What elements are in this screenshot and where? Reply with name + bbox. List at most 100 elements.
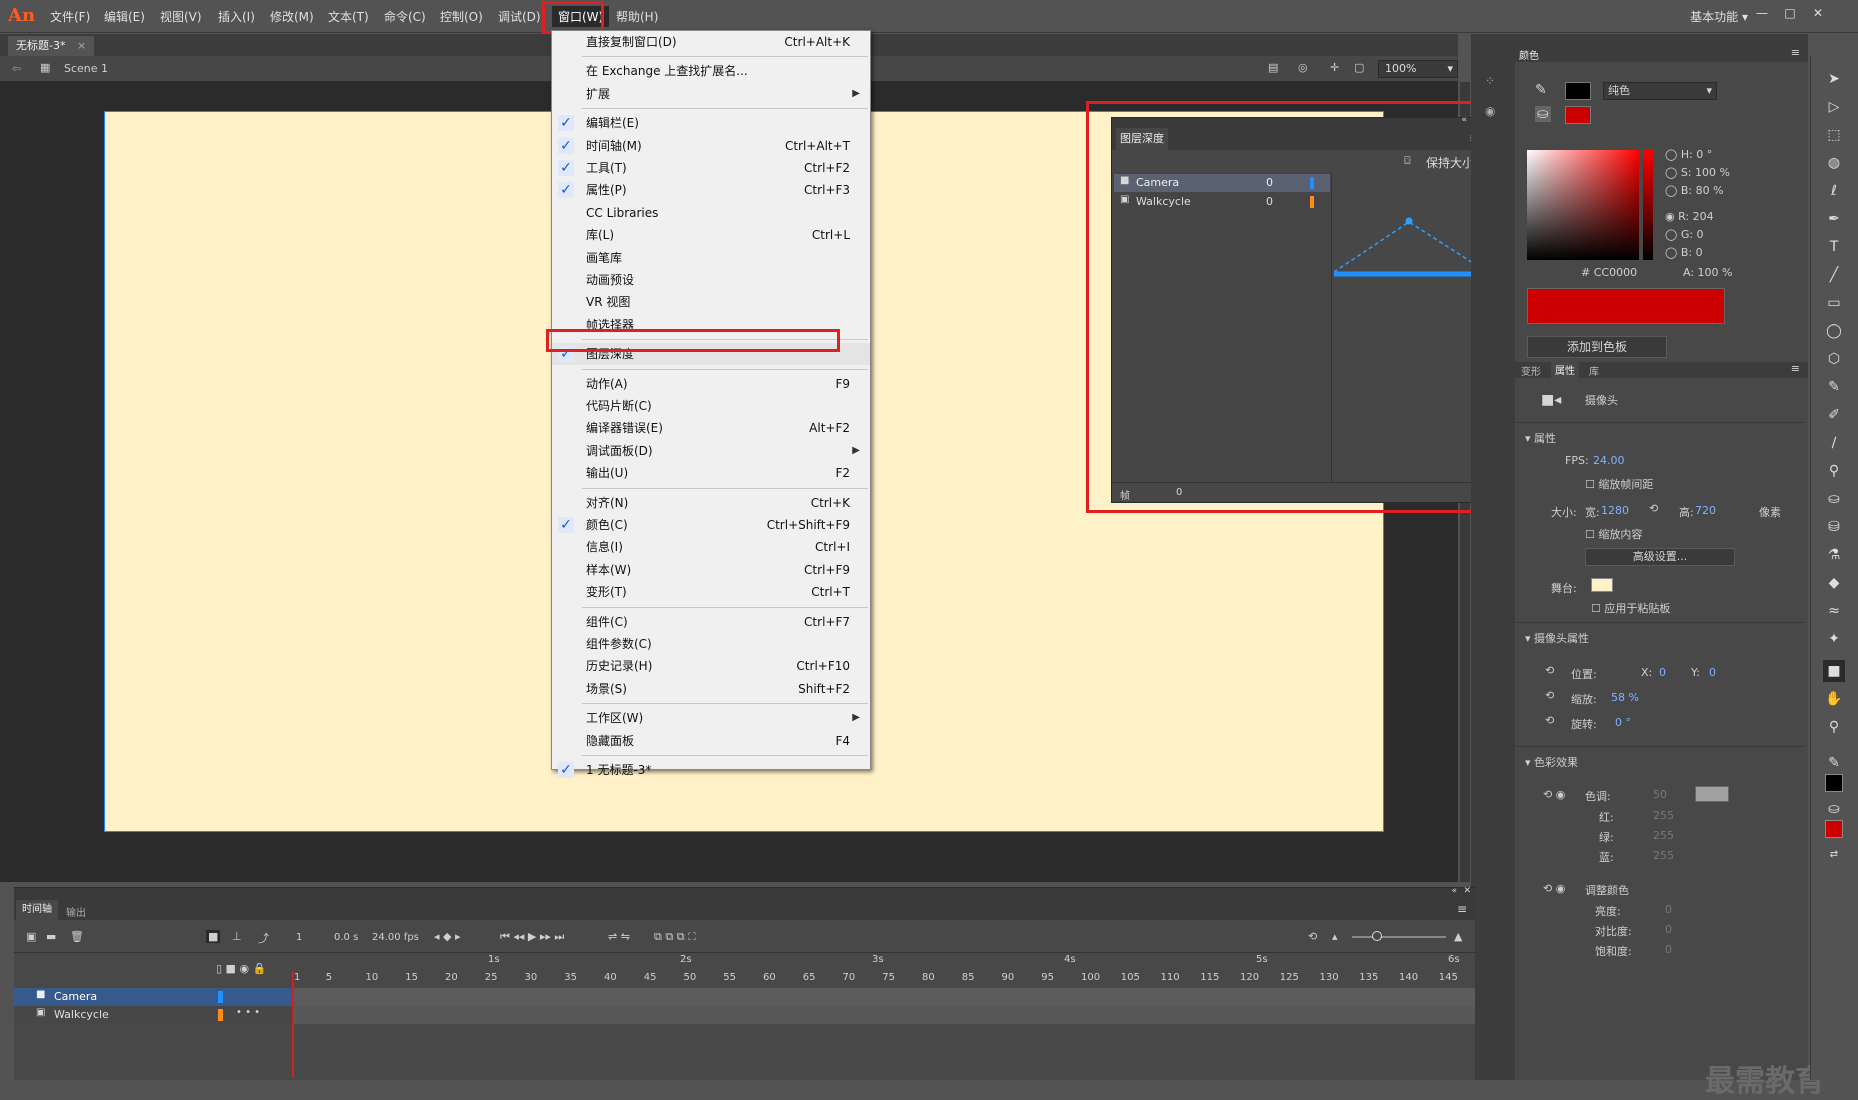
fill-bucket-icon[interactable]: ⛀ [1535, 106, 1551, 122]
stroke-color-chip[interactable] [1825, 774, 1843, 792]
menu-insert[interactable]: 插入(I) [218, 8, 255, 25]
frame-rate[interactable]: 24.00 fps [372, 932, 419, 943]
polystar-tool-icon[interactable]: ⬡ [1823, 348, 1845, 370]
window-menu-item[interactable]: 样本(W) Ctrl+F9 [552, 559, 870, 581]
brush-tool-icon[interactable]: ∕ [1823, 432, 1845, 454]
asset-warp-icon[interactable]: ✦ [1823, 628, 1845, 650]
window-menu-item[interactable]: 在 Exchange 上查找扩展名... [552, 60, 870, 82]
new-folder-icon[interactable]: ▬ [46, 930, 56, 943]
h-row[interactable]: ◯ H: 0 ° [1665, 148, 1712, 161]
r-row[interactable]: ◉ R: 204 [1665, 210, 1714, 223]
collapse-icon[interactable]: « [1451, 886, 1457, 896]
layer-toggles[interactable]: • • • [236, 1007, 260, 1018]
new-layer-icon[interactable]: ▣ [26, 930, 36, 943]
camera-toggle-icon[interactable]: ■ [206, 930, 221, 943]
timeline-zoom-slider[interactable] [1352, 936, 1446, 938]
current-time[interactable]: 0.0 s [334, 932, 358, 943]
ink-bottle-icon[interactable]: ⛁ [1823, 516, 1845, 538]
fps-value[interactable]: 24.00 [1593, 454, 1625, 467]
menu-file[interactable]: 文件(F) [50, 8, 90, 25]
document-tab[interactable]: 无标题-3* × [8, 36, 95, 56]
panel-menu-icon[interactable]: ≡ [1457, 902, 1467, 916]
window-menu-item[interactable]: CC Libraries [552, 202, 870, 224]
panel-menu-icon[interactable]: ≡ [1791, 362, 1800, 375]
red-value[interactable]: 255 [1653, 809, 1674, 822]
camera-tool-icon[interactable]: ■ [1823, 660, 1845, 682]
hex-row[interactable]: # CC0000 [1581, 266, 1637, 279]
blue-value[interactable]: 255 [1653, 849, 1674, 862]
scene-name[interactable]: Scene 1 [64, 62, 108, 75]
dock-icon-1[interactable]: ⁘ [1485, 74, 1495, 88]
blue-row[interactable]: ◯ B: 0 [1665, 246, 1703, 259]
close-panel-icon[interactable]: ✕ [1463, 886, 1471, 896]
close-tab-icon[interactable]: × [77, 39, 86, 52]
text-tool-icon[interactable]: T [1823, 236, 1845, 258]
eyedropper-icon[interactable]: ⚗ [1823, 544, 1845, 566]
prev-keyframe-icon[interactable]: ◂ ◆ ▸ [434, 930, 461, 943]
window-menu-item[interactable]: ✓ 编辑栏(E) [552, 112, 870, 134]
zoom-value[interactable]: 58 % [1611, 691, 1639, 704]
window-menu-item[interactable]: 场景(S) Shift+F2 [552, 678, 870, 700]
section-camera[interactable]: ▾ 摄像头属性 [1525, 630, 1589, 646]
menu-debug[interactable]: 调试(D) [498, 8, 541, 25]
window-menu-item[interactable]: 工作区(W) ▶ [552, 707, 870, 729]
back-arrow-icon[interactable]: ⇦ [12, 62, 21, 75]
zoom-slider-handle[interactable] [1372, 931, 1382, 941]
color-tab[interactable]: 颜色 [1519, 47, 1539, 62]
window-menu-item[interactable]: 直接复制窗口(D) Ctrl+Alt+K [552, 31, 870, 53]
width-value[interactable]: 1280 [1601, 504, 1629, 517]
window-menu-item[interactable]: 调试面板(D) ▶ [552, 440, 870, 462]
paint-brush-icon[interactable]: ✐ [1823, 404, 1845, 426]
timeline-layer-row[interactable]: ■ Camera [14, 988, 292, 1006]
delete-layer-icon[interactable]: 🗑 [70, 930, 84, 943]
eraser-icon[interactable]: ◆ [1823, 572, 1845, 594]
clapper-icon[interactable]: ▤ [1268, 61, 1278, 74]
bone-tool-icon[interactable]: ⚲ [1823, 460, 1845, 482]
b-row[interactable]: ◯ B: 80 % [1665, 184, 1724, 197]
zoom-out-icon[interactable]: ▴ [1332, 930, 1338, 943]
menu-control[interactable]: 控制(O) [440, 8, 483, 25]
fill-color-chip[interactable] [1825, 820, 1843, 838]
window-menu-item[interactable]: ✓ 属性(P) Ctrl+F3 [552, 179, 870, 201]
tint-value[interactable]: 50 [1653, 788, 1667, 801]
rectangle-tool-icon[interactable]: ▭ [1823, 292, 1845, 314]
workspace-switcher[interactable]: 基本功能 ▾ [1690, 8, 1748, 25]
graph-icon[interactable]: ⤴ [258, 930, 269, 946]
window-menu-item[interactable]: 组件(C) Ctrl+F7 [552, 611, 870, 633]
stage-color-swatch[interactable] [1591, 578, 1613, 592]
camera-tool-icon[interactable]: ◎ [1298, 61, 1308, 74]
window-menu-item[interactable]: 编译器错误(E) Alt+F2 [552, 417, 870, 439]
loop-icon[interactable]: ⇌ ⇋ [608, 930, 630, 943]
layer-frames[interactable] [292, 988, 1475, 1006]
menu-text[interactable]: 文本(T) [328, 8, 369, 25]
timeline-layer-row[interactable]: ▣ Walkcycle • • • [14, 1006, 292, 1024]
fill-type-select[interactable]: 纯色 ▾ [1603, 82, 1717, 100]
color-picker-field[interactable] [1527, 150, 1639, 260]
zoom-dropdown[interactable]: 100% ▾ [1378, 60, 1458, 78]
reset-icon[interactable]: ⟲ [1545, 714, 1554, 727]
sync-icon[interactable]: ⟲ [1308, 930, 1317, 943]
tint-color-swatch[interactable] [1695, 786, 1729, 802]
scale-content-checkbox[interactable]: ☐ 缩放内容 [1585, 526, 1642, 542]
layer-frames[interactable] [292, 1006, 1475, 1024]
brightness-slider[interactable] [1643, 150, 1653, 260]
current-frame[interactable]: 1 [296, 932, 302, 943]
menu-view[interactable]: 视图(V) [160, 8, 202, 25]
reset-icon[interactable]: ⟲ [1545, 689, 1554, 702]
layer-name[interactable]: Walkcycle [54, 1008, 109, 1021]
window-menu-item[interactable]: VR 视图 [552, 291, 870, 313]
window-menu-item[interactable]: 信息(I) Ctrl+I [552, 536, 870, 558]
parent-view-icon[interactable]: ⊥ [232, 930, 242, 943]
subselection-tool-icon[interactable]: ▷ [1823, 96, 1845, 118]
contrast-value[interactable]: 0 [1665, 923, 1672, 936]
close-icon[interactable]: ✕ [1809, 6, 1827, 22]
reset-icon[interactable]: ⟲ ◉ [1543, 788, 1565, 801]
window-menu-item[interactable]: 动作(A) F9 [552, 373, 870, 395]
paint-bucket-icon[interactable]: ⛀ [1823, 488, 1845, 510]
window-menu-item[interactable]: ✓ 1 无标题-3* [552, 759, 870, 781]
alpha-row[interactable]: A: 100 % [1683, 266, 1733, 279]
menu-help[interactable]: 帮助(H) [616, 8, 658, 25]
window-menu-item[interactable]: 变形(T) Ctrl+T [552, 581, 870, 603]
brightness-value[interactable]: 0 [1665, 903, 1672, 916]
dock-icon-2[interactable]: ◉ [1485, 104, 1495, 118]
